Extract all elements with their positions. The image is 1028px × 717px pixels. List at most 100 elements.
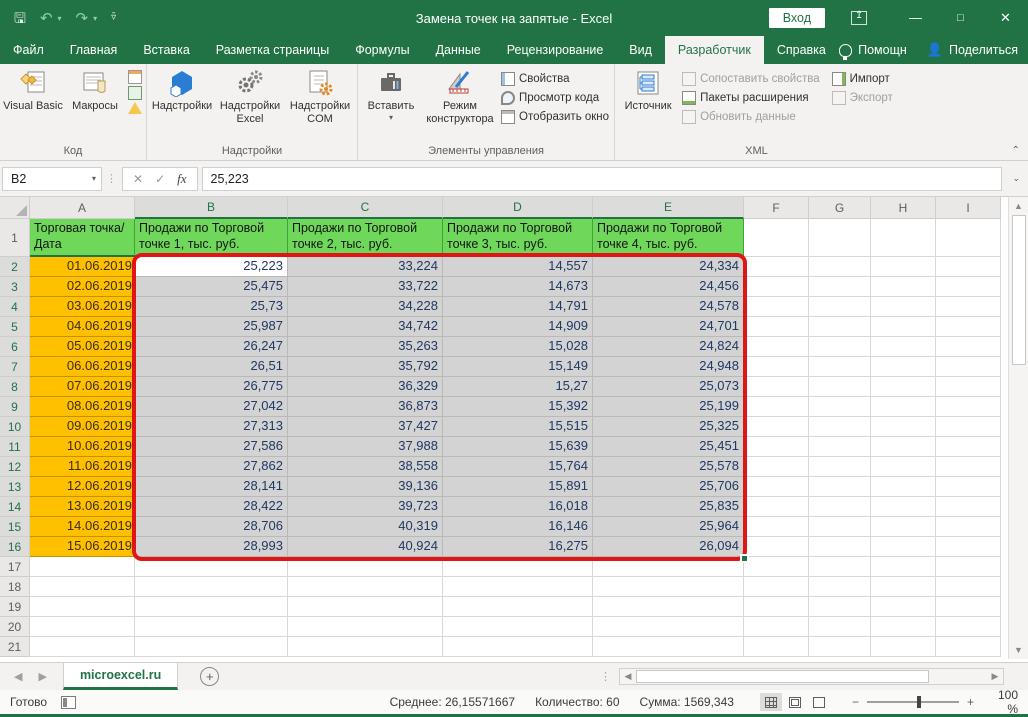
cell-I17[interactable]: [936, 557, 1001, 577]
cell-H13[interactable]: [871, 477, 936, 497]
cell-I16[interactable]: [936, 537, 1001, 557]
cell-F21[interactable]: [744, 637, 809, 657]
cell-F8[interactable]: [744, 377, 809, 397]
cell-B3[interactable]: 25,475: [135, 277, 288, 297]
cell-E14[interactable]: 25,835: [593, 497, 744, 517]
cell-I9[interactable]: [936, 397, 1001, 417]
close-button[interactable]: ✕: [983, 0, 1028, 36]
customize-qat-icon[interactable]: ▿̄: [111, 13, 116, 23]
cell-G21[interactable]: [809, 637, 871, 657]
cell-G5[interactable]: [809, 317, 871, 337]
row-header-7[interactable]: 7: [0, 357, 30, 377]
cell-F5[interactable]: [744, 317, 809, 337]
cell-D21[interactable]: [443, 637, 593, 657]
cell-A1[interactable]: Торговая точка/ Дата: [30, 219, 135, 257]
cell-B13[interactable]: 28,141: [135, 477, 288, 497]
cell-E8[interactable]: 25,073: [593, 377, 744, 397]
column-header-B[interactable]: B: [135, 197, 288, 219]
maximize-button[interactable]: □: [938, 0, 983, 36]
row-header-9[interactable]: 9: [0, 397, 30, 417]
cell-D8[interactable]: 15,27: [443, 377, 593, 397]
cell-G15[interactable]: [809, 517, 871, 537]
cell-G7[interactable]: [809, 357, 871, 377]
cell-C5[interactable]: 34,742: [288, 317, 443, 337]
cell-F6[interactable]: [744, 337, 809, 357]
row-header-8[interactable]: 8: [0, 377, 30, 397]
cell-H20[interactable]: [871, 617, 936, 637]
cell-I19[interactable]: [936, 597, 1001, 617]
cell-D13[interactable]: 15,891: [443, 477, 593, 497]
properties-button[interactable]: Свойства: [498, 71, 612, 87]
cell-C6[interactable]: 35,263: [288, 337, 443, 357]
cell-G14[interactable]: [809, 497, 871, 517]
cell-I7[interactable]: [936, 357, 1001, 377]
vertical-scrollbar[interactable]: ▲ ▼: [1008, 197, 1028, 659]
prev-sheet-icon[interactable]: ◀: [14, 670, 22, 683]
cell-C17[interactable]: [288, 557, 443, 577]
cell-I15[interactable]: [936, 517, 1001, 537]
cell-G11[interactable]: [809, 437, 871, 457]
cell-G1[interactable]: [809, 219, 871, 257]
login-button[interactable]: Вход: [769, 8, 825, 28]
enter-icon[interactable]: ✓: [155, 172, 165, 186]
collapse-ribbon-icon[interactable]: ⌃: [1012, 145, 1020, 156]
cell-I6[interactable]: [936, 337, 1001, 357]
cell-E7[interactable]: 24,948: [593, 357, 744, 377]
cell-E16[interactable]: 26,094: [593, 537, 744, 557]
cell-B10[interactable]: 27,313: [135, 417, 288, 437]
cell-B6[interactable]: 26,247: [135, 337, 288, 357]
import-button[interactable]: Импорт: [829, 71, 896, 87]
cell-D20[interactable]: [443, 617, 593, 637]
row-header-17[interactable]: 17: [0, 557, 30, 577]
cell-A3[interactable]: 02.06.2019: [30, 277, 135, 297]
cell-C16[interactable]: 40,924: [288, 537, 443, 557]
cell-B8[interactable]: 26,775: [135, 377, 288, 397]
cell-F17[interactable]: [744, 557, 809, 577]
undo-icon[interactable]: ↶: [40, 11, 53, 26]
cell-B21[interactable]: [135, 637, 288, 657]
minimize-button[interactable]: —: [893, 0, 938, 36]
cell-B9[interactable]: 27,042: [135, 397, 288, 417]
cell-C12[interactable]: 38,558: [288, 457, 443, 477]
cell-E13[interactable]: 25,706: [593, 477, 744, 497]
cell-C10[interactable]: 37,427: [288, 417, 443, 437]
column-header-C[interactable]: C: [288, 197, 443, 219]
cancel-icon[interactable]: ✕: [133, 172, 143, 186]
cell-A8[interactable]: 07.06.2019: [30, 377, 135, 397]
cell-B11[interactable]: 27,586: [135, 437, 288, 457]
cell-F1[interactable]: [744, 219, 809, 257]
cell-E2[interactable]: 24,334: [593, 257, 744, 277]
share-button[interactable]: Поделиться: [949, 43, 1018, 57]
row-header-13[interactable]: 13: [0, 477, 30, 497]
cell-D17[interactable]: [443, 557, 593, 577]
cell-C7[interactable]: 35,792: [288, 357, 443, 377]
macros-button[interactable]: Макросы: [64, 66, 126, 113]
scroll-left-icon[interactable]: ◀: [620, 669, 636, 684]
cell-C1[interactable]: Продажи по Торговой точке 2, тыс. руб.: [288, 219, 443, 257]
cell-B18[interactable]: [135, 577, 288, 597]
tab-view[interactable]: Вид: [616, 36, 665, 64]
row-header-4[interactable]: 4: [0, 297, 30, 317]
cell-H15[interactable]: [871, 517, 936, 537]
cell-F9[interactable]: [744, 397, 809, 417]
cell-F7[interactable]: [744, 357, 809, 377]
vertical-scroll-thumb[interactable]: [1012, 215, 1026, 365]
cell-F11[interactable]: [744, 437, 809, 457]
cell-H4[interactable]: [871, 297, 936, 317]
zoom-in-icon[interactable]: +: [967, 695, 974, 709]
cell-I4[interactable]: [936, 297, 1001, 317]
cell-I18[interactable]: [936, 577, 1001, 597]
cell-F2[interactable]: [744, 257, 809, 277]
macro-record-icon[interactable]: [61, 696, 76, 709]
cell-D2[interactable]: 14,557: [443, 257, 593, 277]
cell-E1[interactable]: Продажи по Торговой точке 4, тыс. руб.: [593, 219, 744, 257]
column-header-I[interactable]: I: [936, 197, 1001, 219]
com-addins-button[interactable]: Надстройки COM: [285, 66, 355, 125]
formula-input[interactable]: 25,223: [202, 167, 1003, 191]
cell-G20[interactable]: [809, 617, 871, 637]
cell-H7[interactable]: [871, 357, 936, 377]
zoom-slider[interactable]: [867, 701, 959, 703]
tab-help[interactable]: Справка: [764, 36, 839, 64]
cell-D4[interactable]: 14,791: [443, 297, 593, 317]
column-header-G[interactable]: G: [809, 197, 871, 219]
